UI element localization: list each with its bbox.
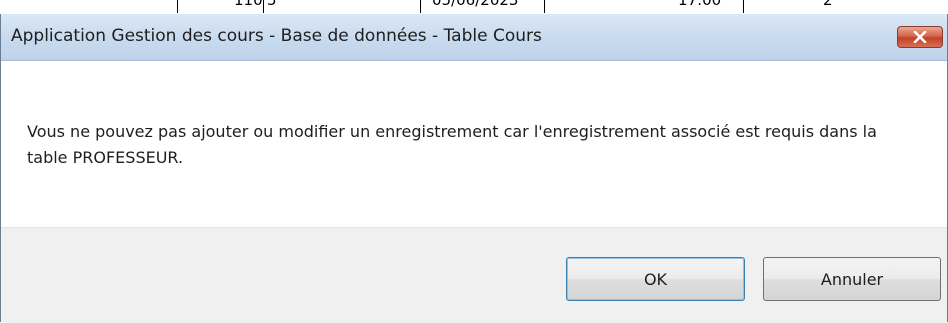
column-separator bbox=[420, 0, 421, 13]
ok-button[interactable]: OK bbox=[566, 257, 745, 301]
table-cell: 110 bbox=[234, 0, 263, 9]
dialog-message: Vous ne pouvez pas ajouter ou modifier u… bbox=[27, 122, 877, 167]
background-table: 110 5 05/06/2023 17:00 2 bbox=[0, 0, 948, 14]
column-separator bbox=[177, 0, 178, 13]
close-icon bbox=[913, 31, 927, 43]
column-separator bbox=[743, 0, 744, 13]
cancel-button[interactable]: Annuler bbox=[763, 257, 941, 301]
table-cell: 05/06/2023 bbox=[432, 0, 519, 9]
dialog-footer: OK Annuler bbox=[1, 227, 947, 323]
dialog-title-bar[interactable]: Application Gestion des cours - Base de … bbox=[1, 14, 947, 61]
message-dialog: Application Gestion des cours - Base de … bbox=[0, 14, 948, 323]
table-cell: 2 bbox=[823, 0, 833, 9]
column-separator bbox=[544, 0, 545, 13]
dialog-title: Application Gestion des cours - Base de … bbox=[11, 26, 542, 46]
table-cell: 17:00 bbox=[678, 0, 722, 9]
table-cell: 5 bbox=[267, 0, 277, 9]
table-row: 110 5 05/06/2023 17:00 2 bbox=[0, 0, 948, 13]
close-button[interactable] bbox=[897, 26, 943, 48]
column-separator bbox=[263, 0, 264, 13]
dialog-content: Vous ne pouvez pas ajouter ou modifier u… bbox=[1, 61, 947, 227]
